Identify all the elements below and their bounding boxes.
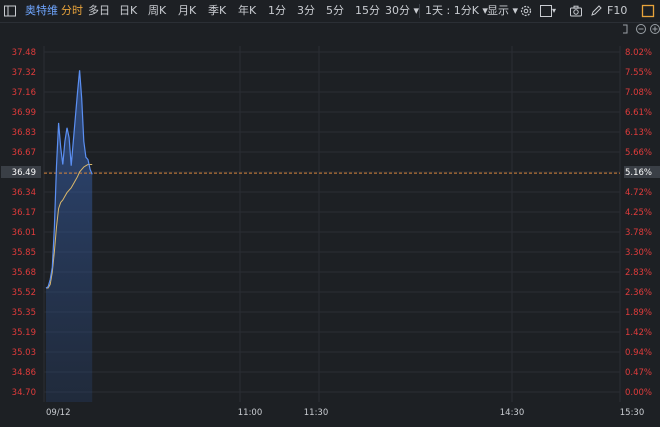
- price-tick-label: 34.70: [12, 388, 36, 398]
- camera-icon[interactable]: [569, 4, 583, 18]
- tab-weekly-k[interactable]: 周K: [148, 0, 166, 22]
- collapse-icon: [623, 24, 628, 34]
- chart-grid: [43, 46, 621, 402]
- percent-tick-label: 0.94%: [625, 348, 652, 358]
- price-tick-label: 35.19: [12, 328, 36, 338]
- percent-tick-label: 6.61%: [625, 108, 652, 118]
- price-tick-label: 35.03: [12, 348, 36, 358]
- percent-tick-label: 1.42%: [625, 328, 652, 338]
- percent-tick-label: 4.72%: [625, 188, 652, 198]
- tab-timeshare[interactable]: 分时: [61, 0, 83, 22]
- percent-tick-label: 0.47%: [625, 368, 652, 378]
- f10-button[interactable]: F10: [607, 0, 627, 22]
- price-tick-label: 36.01: [12, 228, 36, 238]
- tab-15min[interactable]: 15分: [355, 0, 380, 22]
- time-tick-label: 14:30: [500, 408, 525, 418]
- pencil-draw-icon[interactable]: [589, 4, 603, 18]
- percent-tick-label: 0.00%: [625, 388, 652, 398]
- time-axis: 09/12 11:00 11:30 14:30 15:30: [46, 408, 644, 418]
- time-tick-label: 11:00: [238, 408, 263, 418]
- percent-tick-label: 3.30%: [625, 248, 652, 258]
- tab-3min[interactable]: 3分: [297, 0, 315, 22]
- tab-daily-k[interactable]: 日K: [119, 0, 137, 22]
- percent-axis: 8.02% 7.55% 7.08% 6.61% 6.13% 5.66% 5.16% 4.72%…: [624, 48, 660, 398]
- chart-controls: [623, 24, 660, 34]
- percent-tick-label: 8.02%: [625, 48, 652, 58]
- checkbox-dropdown-arrow[interactable]: ▾: [552, 0, 556, 22]
- price-tick-label: 34.86: [12, 368, 36, 378]
- percent-tick-label: 7.08%: [625, 88, 652, 98]
- tab-yearly-k[interactable]: 年K: [238, 0, 256, 22]
- price-fill-area: [46, 70, 93, 403]
- price-tick-label: 37.32: [12, 68, 36, 78]
- orange-square-icon[interactable]: [641, 4, 655, 18]
- display-dropdown[interactable]: 显示 ▾: [487, 0, 518, 22]
- price-tick-label: 36.99: [12, 108, 36, 118]
- settings-gear-icon[interactable]: [519, 4, 533, 18]
- tab-30min-dropdown[interactable]: 30分 ▾: [385, 0, 419, 22]
- chart-lines: [44, 70, 620, 289]
- timeshare-chart: 37.48 37.32 37.16 36.99 36.83 36.67 36.49 36.34…: [1, 24, 660, 418]
- price-tick-label: 36.83: [12, 128, 36, 138]
- price-tick-label: 36.17: [12, 208, 36, 218]
- tab-5min[interactable]: 5分: [326, 0, 344, 22]
- stock-name[interactable]: 奥特维: [25, 0, 58, 22]
- tab-monthly-k[interactable]: 月K: [178, 0, 196, 22]
- percent-tick-label: 6.13%: [625, 128, 652, 138]
- time-tick-label: 09/12: [46, 408, 71, 418]
- price-area: [46, 70, 93, 403]
- chart-toolbar: 奥特维 分时 多日 日K 周K 月K 季K 年K 1分 3分 5分 15分 30…: [0, 0, 660, 23]
- checkbox-icon[interactable]: [539, 4, 553, 18]
- price-axis: 37.48 37.32 37.16 36.99 36.83 36.67 36.49 36.34…: [1, 48, 41, 398]
- percent-tick-label: 7.55%: [625, 68, 652, 78]
- percent-tick-label: 1.89%: [625, 308, 652, 318]
- time-tick-label: 15:30: [620, 408, 645, 418]
- percent-tick-label: 3.78%: [625, 228, 652, 238]
- tab-multi-day[interactable]: 多日: [88, 0, 110, 22]
- time-tick-label: 11:30: [304, 408, 329, 418]
- price-tick-label: 37.48: [12, 48, 36, 58]
- toolbar-divider: [419, 4, 420, 18]
- price-tick-label: 36.34: [12, 188, 36, 198]
- tab-1min[interactable]: 1分: [268, 0, 286, 22]
- price-tick-label: 35.52: [12, 288, 36, 298]
- price-tick-label: 36.67: [12, 148, 36, 158]
- percent-tick-label: 5.16%: [625, 168, 652, 178]
- period-dropdown[interactable]: 1天 : 1分K ▾: [425, 0, 488, 22]
- percent-tick-label: 4.25%: [625, 208, 652, 218]
- price-tick-label: 36.49: [12, 168, 36, 178]
- tab-quarterly-k[interactable]: 季K: [208, 0, 226, 22]
- price-tick-label: 37.16: [12, 88, 36, 98]
- price-tick-label: 35.35: [12, 308, 36, 318]
- percent-tick-label: 5.66%: [625, 148, 652, 158]
- percent-tick-label: 2.83%: [625, 268, 652, 278]
- panel-toggle-icon[interactable]: [3, 4, 17, 18]
- price-tick-label: 35.68: [12, 268, 36, 278]
- percent-tick-label: 2.36%: [625, 288, 652, 298]
- price-tick-label: 35.85: [12, 248, 36, 258]
